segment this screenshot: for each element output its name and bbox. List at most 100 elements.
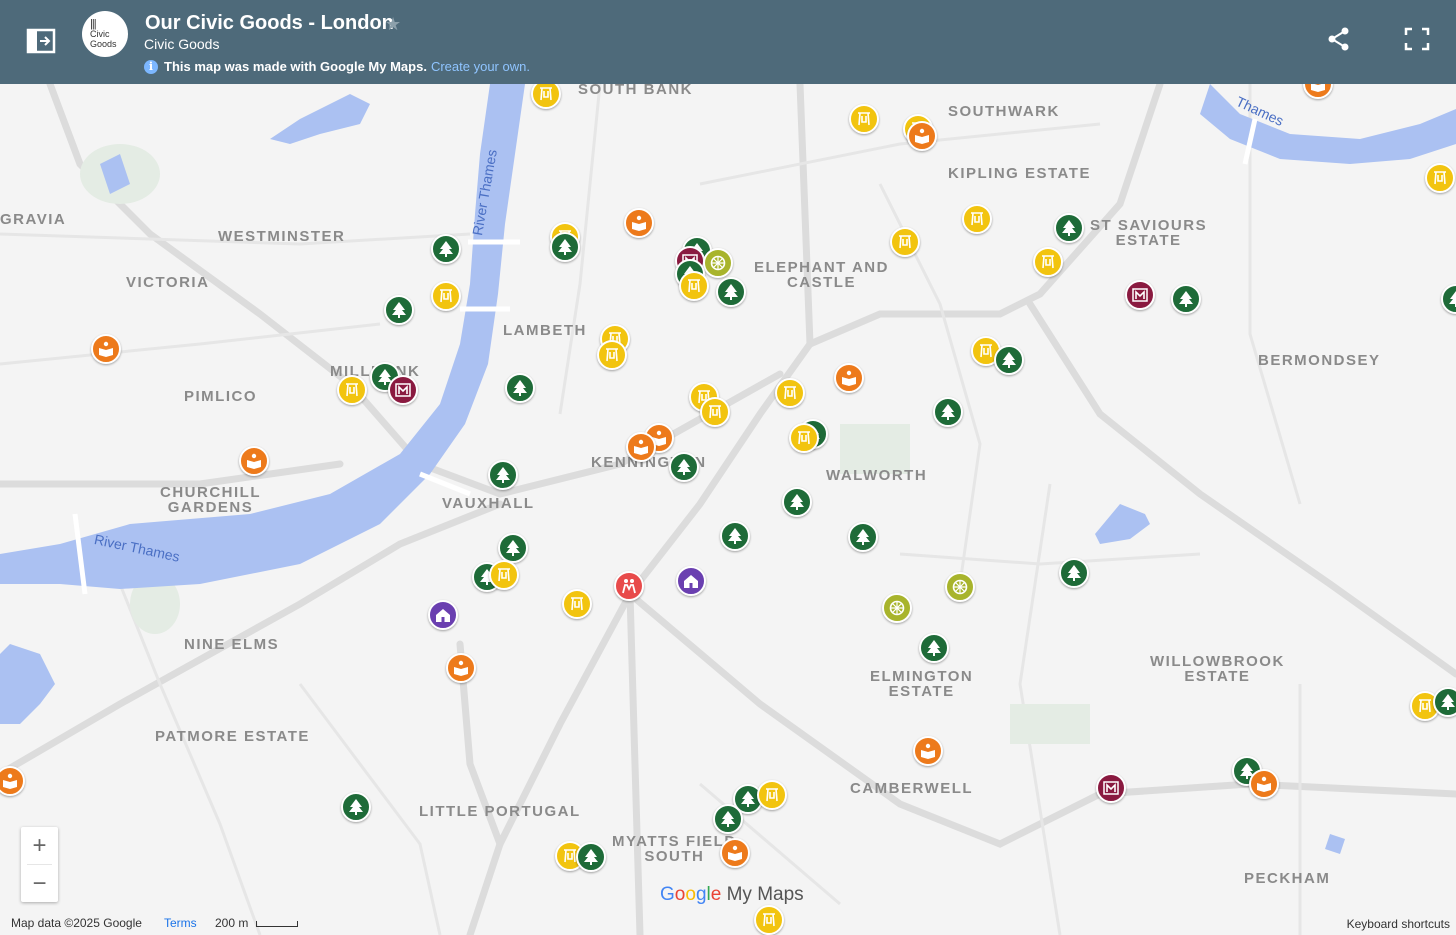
tree-marker[interactable] — [550, 232, 580, 262]
playground-icon — [971, 212, 983, 226]
tree-marker[interactable] — [505, 373, 535, 403]
sports-marker[interactable] — [945, 572, 975, 602]
playground-marker[interactable] — [679, 271, 709, 301]
fullscreen-button[interactable] — [1403, 26, 1431, 52]
playground-icon — [440, 289, 452, 303]
place-label: ST SAVIOURS ESTATE — [1090, 217, 1208, 249]
tree-icon — [1062, 220, 1076, 236]
terms-link[interactable]: Terms — [164, 916, 197, 930]
playground-marker[interactable] — [789, 423, 819, 453]
library-icon — [921, 743, 935, 759]
brand-mymaps: My Maps — [726, 884, 804, 905]
playground-icon — [899, 235, 911, 249]
map-logo: ||| Civic Goods — [82, 11, 128, 57]
playground-marker[interactable] — [757, 780, 787, 810]
tree-icon — [513, 380, 527, 396]
playground-icon — [766, 788, 778, 802]
place-label: LITTLE PORTUGAL — [419, 803, 581, 820]
playground-marker[interactable] — [337, 375, 367, 405]
tree-marker[interactable] — [341, 792, 371, 822]
create-your-own-link[interactable]: Create your own. — [431, 59, 530, 74]
tree-marker[interactable] — [919, 633, 949, 663]
tree-icon — [728, 528, 742, 544]
place-label: VAUXHALL — [442, 495, 535, 512]
tree-marker[interactable] — [994, 345, 1024, 375]
map-canvas[interactable]: SOUTH BANK SOUTHWARK KIPLING ESTATE GRAVIA W… — [0, 84, 1456, 935]
playground-marker[interactable] — [890, 227, 920, 257]
playground-marker[interactable] — [489, 560, 519, 590]
tree-marker[interactable] — [1059, 558, 1089, 588]
tree-icon — [584, 849, 598, 865]
library-icon — [842, 370, 856, 386]
library-icon — [915, 128, 929, 144]
playground-icon — [606, 348, 618, 362]
library-marker[interactable] — [624, 208, 654, 238]
scale-label: 200 m — [215, 916, 249, 930]
library-marker[interactable] — [239, 446, 269, 476]
tree-marker[interactable] — [1171, 284, 1201, 314]
playground-marker[interactable] — [597, 340, 627, 370]
sports-icon — [952, 579, 968, 595]
playground-marker[interactable] — [562, 589, 592, 619]
playground-marker[interactable] — [700, 397, 730, 427]
star-icon[interactable]: ★ — [385, 14, 401, 35]
tree-icon — [1441, 694, 1455, 710]
playground-marker[interactable] — [1425, 163, 1455, 193]
tree-marker[interactable] — [576, 842, 606, 872]
place-label: VICTORIA — [126, 274, 210, 291]
library-marker[interactable] — [913, 736, 943, 766]
playground-marker[interactable] — [431, 281, 461, 311]
keyboard-shortcuts-link[interactable]: Keyboard shortcuts — [1347, 917, 1450, 931]
tree-marker[interactable] — [1433, 687, 1456, 717]
tree-marker[interactable] — [848, 522, 878, 552]
playground-marker[interactable] — [775, 378, 805, 408]
tree-marker[interactable] — [498, 533, 528, 563]
zoom-out-button[interactable]: − — [21, 865, 58, 902]
tree-marker[interactable] — [782, 487, 812, 517]
tree-icon — [856, 529, 870, 545]
tree-marker[interactable] — [716, 277, 746, 307]
library-icon — [454, 660, 468, 676]
library-icon — [247, 453, 261, 469]
library-marker[interactable] — [446, 653, 476, 683]
sports-marker[interactable] — [703, 248, 733, 278]
school-marker[interactable] — [676, 566, 706, 596]
library-icon — [99, 341, 113, 357]
library-marker[interactable] — [1249, 769, 1279, 799]
tree-marker[interactable] — [1054, 213, 1084, 243]
playground-marker[interactable] — [849, 104, 879, 134]
tree-icon — [941, 404, 955, 420]
tree-marker[interactable] — [384, 295, 414, 325]
museum-marker[interactable] — [1125, 280, 1155, 310]
tree-marker[interactable] — [720, 521, 750, 551]
tree-icon — [439, 241, 453, 257]
museum-marker[interactable] — [388, 375, 418, 405]
library-marker[interactable] — [720, 838, 750, 868]
info-icon: i — [144, 59, 158, 74]
sidebar-toggle-button[interactable] — [22, 24, 62, 58]
share-button[interactable] — [1326, 26, 1352, 52]
tree-marker[interactable] — [713, 804, 743, 834]
playground-icon — [688, 279, 700, 293]
tree-marker[interactable] — [933, 397, 963, 427]
tree-icon — [496, 467, 510, 483]
tree-marker[interactable] — [669, 452, 699, 482]
library-marker[interactable] — [834, 363, 864, 393]
museum-marker[interactable] — [1096, 773, 1126, 803]
community-marker[interactable] — [614, 571, 644, 601]
sports-marker[interactable] — [882, 593, 912, 623]
library-icon — [632, 215, 646, 231]
playground-marker[interactable] — [1033, 247, 1063, 277]
zoom-in-button[interactable]: + — [21, 827, 58, 864]
place-label: SOUTH BANK — [578, 84, 693, 98]
playground-marker[interactable] — [962, 204, 992, 234]
library-marker[interactable] — [626, 432, 656, 462]
place-label: BERMONDSEY — [1258, 352, 1381, 369]
library-marker[interactable] — [91, 334, 121, 364]
tree-marker[interactable] — [488, 460, 518, 490]
school-marker[interactable] — [428, 600, 458, 630]
library-icon — [3, 773, 17, 789]
playground-icon — [980, 344, 992, 358]
library-marker[interactable] — [907, 121, 937, 151]
tree-marker[interactable] — [431, 234, 461, 264]
